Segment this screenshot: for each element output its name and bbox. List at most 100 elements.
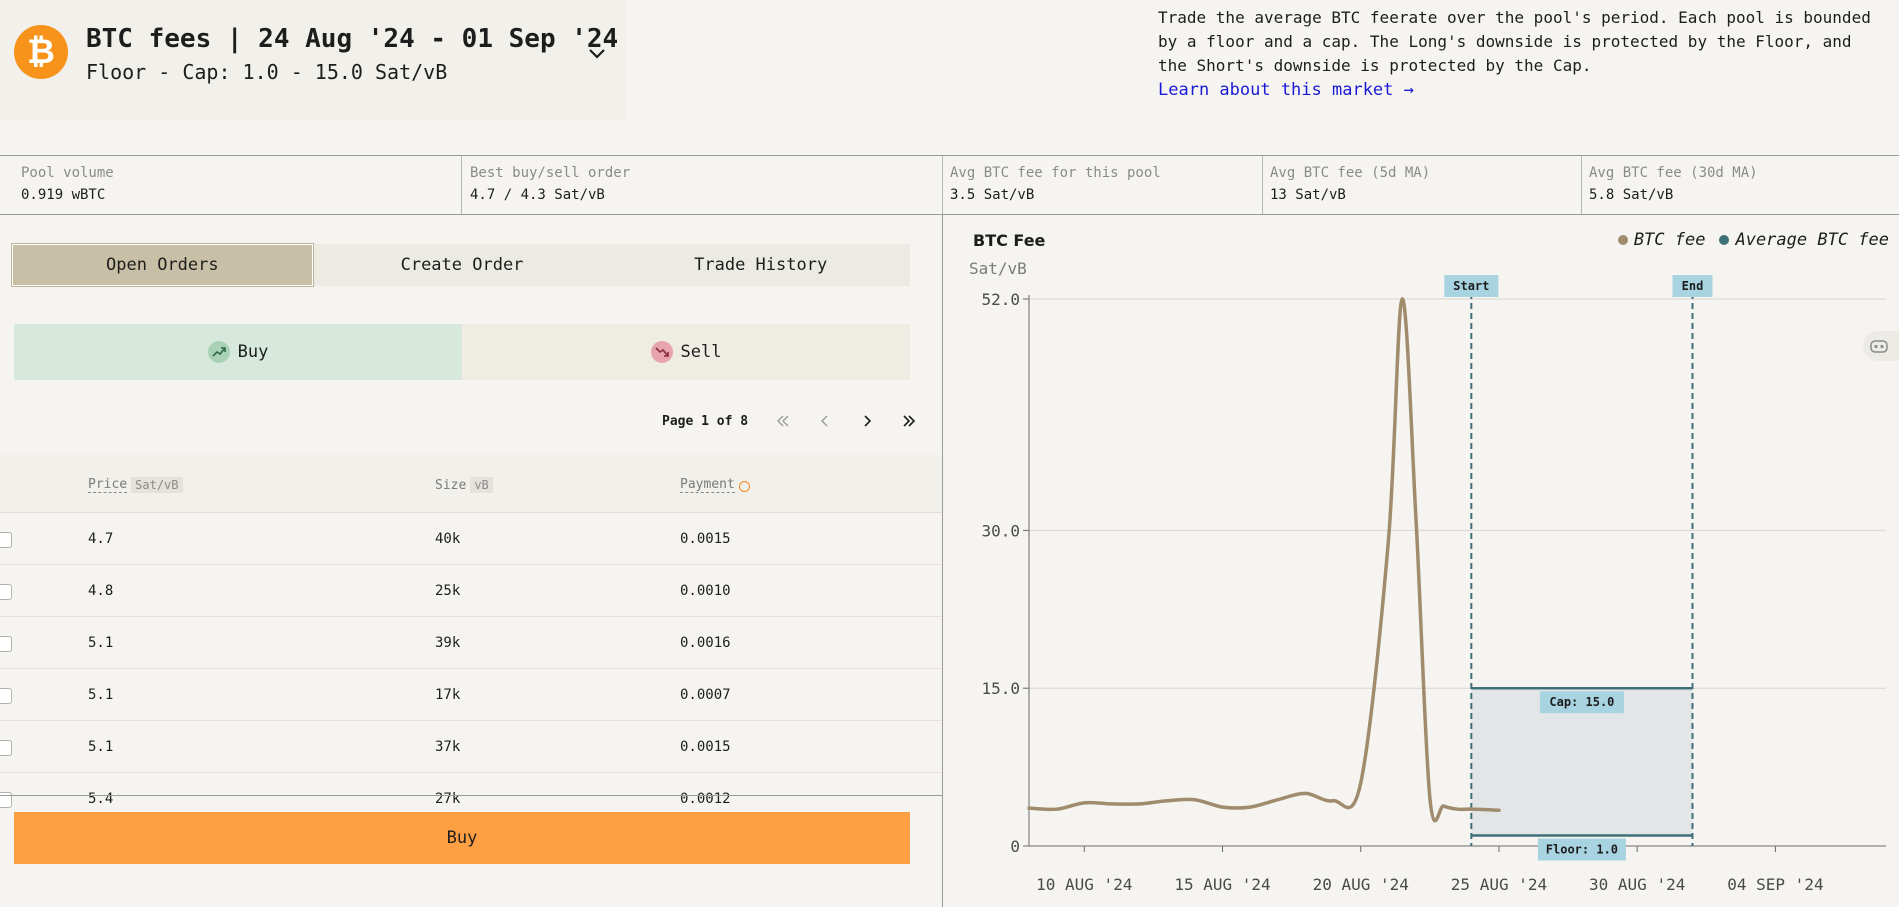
- tab-open-orders[interactable]: Open Orders: [11, 243, 314, 287]
- series-line-btc-fee: [1027, 297, 1501, 823]
- payment-cell: 0.0015: [680, 739, 731, 755]
- end-label: End: [1682, 279, 1704, 293]
- market-subtitle: Floor - Cap: 1.0 - 15.0 Sat/vB: [86, 60, 448, 84]
- trending-up-icon: [207, 341, 230, 363]
- payment-cell: 0.0007: [680, 687, 731, 703]
- stat-value: 5.8 Sat/vB: [1589, 187, 1674, 203]
- size-cell: 40k: [435, 531, 461, 547]
- size-column-header[interactable]: Size vB: [435, 477, 493, 493]
- y-tick-label: 0: [1010, 837, 1020, 856]
- side-toggle: Buy Sell: [14, 324, 910, 380]
- buy-side-button[interactable]: Buy: [14, 324, 462, 380]
- size-header-label: Size: [435, 477, 467, 493]
- x-tick-label: 10 AUG '24: [1036, 875, 1132, 894]
- side-panel-handle[interactable]: [1863, 331, 1899, 361]
- buy-side-label: Buy: [237, 342, 269, 362]
- info-icon[interactable]: [738, 480, 750, 492]
- x-tick-label: 20 AUG '24: [1313, 875, 1409, 894]
- y-tick-label: 30.0: [981, 521, 1020, 540]
- legend-swatch: [1719, 235, 1730, 245]
- table-row[interactable]: 5.1 39k 0.0016: [0, 617, 942, 669]
- bitcoin-logo-icon: ₿: [14, 25, 68, 79]
- tab-create-order[interactable]: Create Order: [313, 244, 612, 286]
- stat-label: Best buy/sell order: [470, 165, 631, 181]
- page-indicator: Page 1 of 8: [662, 413, 749, 429]
- price-cell: 4.7: [88, 531, 114, 547]
- row-checkbox[interactable]: [0, 584, 12, 600]
- orders-table-header: Price Sat/vB Size vB Payment: [0, 455, 942, 513]
- previous-page-icon[interactable]: [804, 405, 846, 437]
- table-row[interactable]: 5.1 37k 0.0015: [0, 721, 942, 773]
- payment-header-label: Payment: [680, 477, 735, 493]
- table-row[interactable]: 4.7 40k 0.0015: [0, 513, 942, 565]
- first-page-icon[interactable]: [762, 405, 804, 437]
- size-cell: 27k: [435, 791, 461, 807]
- price-cell: 5.1: [88, 687, 114, 703]
- stat-label: Avg BTC fee (5d MA): [1270, 165, 1431, 181]
- payment-column-header[interactable]: Payment: [680, 477, 750, 493]
- last-page-icon[interactable]: [888, 405, 930, 437]
- stat-best-order: Best buy/sell order 4.7 / 4.3 Sat/vB: [462, 156, 943, 214]
- market-description: Trade the average BTC feerate over the p…: [1158, 8, 1871, 75]
- x-tick-label: 25 AUG '24: [1451, 875, 1547, 894]
- divider: [0, 795, 942, 796]
- market-title: BTC fees | 24 Aug '24 - 01 Sep '24: [86, 24, 619, 54]
- row-checkbox[interactable]: [0, 636, 12, 652]
- x-tick-label: 15 AUG '24: [1174, 875, 1270, 894]
- cap-label: Cap: 15.0: [1549, 695, 1614, 709]
- chart-canvas: 0 15.0 30.0 52.0 10 AUG '24 15 AUG '24 20 AUG …: [981, 275, 1886, 894]
- size-cell: 17k: [435, 687, 461, 703]
- chart-y-unit: Sat/vB: [969, 259, 1027, 278]
- chart-legend: BTC fee Average BTC fee: [1617, 230, 1889, 250]
- price-unit-chip: Sat/vB: [131, 477, 183, 493]
- stat-avg-fee-30d: Avg BTC fee (30d MA) 5.8 Sat/vB: [1582, 156, 1899, 214]
- sell-side-label: Sell: [680, 342, 722, 362]
- price-cell: 5.1: [88, 635, 114, 651]
- legend-label: BTC fee: [1633, 230, 1706, 250]
- x-tick-label: 04 SEP '24: [1727, 875, 1823, 894]
- row-checkbox[interactable]: [0, 532, 12, 548]
- orders-tabs: Open Orders Create Order Trade History: [11, 243, 910, 287]
- next-page-icon[interactable]: [846, 405, 888, 437]
- table-row[interactable]: 5.1 17k 0.0007: [0, 669, 942, 721]
- stat-value: 0.919 wBTC: [21, 187, 106, 203]
- price-header-label: Price: [88, 477, 128, 493]
- orders-panel: Open Orders Create Order Trade History B…: [0, 215, 942, 907]
- row-checkbox[interactable]: [0, 688, 12, 704]
- y-tick-label: 15.0: [981, 679, 1020, 698]
- row-checkbox[interactable]: [0, 740, 12, 756]
- stat-pool-volume: Pool volume 0.919 wBTC: [0, 156, 462, 214]
- legend-item-btc-fee[interactable]: BTC fee: [1617, 230, 1706, 250]
- payment-cell: 0.0016: [680, 635, 731, 651]
- stat-label: Avg BTC fee for this pool: [950, 165, 1161, 181]
- market-selector[interactable]: ₿ BTC fees | 24 Aug '24 - 01 Sep '24 Flo…: [0, 0, 625, 120]
- tab-trade-history[interactable]: Trade History: [611, 244, 910, 286]
- price-cell: 4.8: [88, 583, 114, 599]
- start-label: Start: [1453, 279, 1489, 293]
- size-cell: 25k: [435, 583, 461, 599]
- floor-label: Floor: 1.0: [1546, 842, 1618, 856]
- stat-value: 3.5 Sat/vB: [950, 187, 1035, 203]
- stat-avg-fee-5d: Avg BTC fee (5d MA) 13 Sat/vB: [1263, 156, 1582, 214]
- stat-avg-fee-pool: Avg BTC fee for this pool 3.5 Sat/vB: [943, 156, 1263, 214]
- price-cell: 5.1: [88, 739, 114, 755]
- learn-about-market-link[interactable]: Learn about this market →: [1158, 80, 1414, 100]
- legend-item-average-btc-fee[interactable]: Average BTC fee: [1719, 230, 1889, 250]
- stats-bar: Pool volume 0.919 wBTC Best buy/sell ord…: [0, 155, 1899, 215]
- table-row[interactable]: 4.8 25k 0.0010: [0, 565, 942, 617]
- payment-cell: 0.0010: [680, 583, 731, 599]
- sell-side-button[interactable]: Sell: [462, 324, 910, 380]
- payment-cell: 0.0015: [680, 531, 731, 547]
- buy-submit-button[interactable]: Buy: [14, 812, 910, 864]
- payment-cell: 0.0012: [680, 791, 731, 807]
- size-cell: 37k: [435, 739, 461, 755]
- chevron-down-icon[interactable]: [586, 42, 608, 64]
- price-column-header[interactable]: Price Sat/vB: [88, 477, 183, 493]
- x-tick-label: 30 AUG '24: [1589, 875, 1685, 894]
- table-row[interactable]: 5.4 27k 0.0012: [0, 773, 942, 810]
- pagination: Page 1 of 8: [662, 395, 930, 447]
- btc-fee-chart: 0 15.0 30.0 52.0 10 AUG '24 15 AUG '24 20 AUG …: [943, 215, 1899, 907]
- stat-value: 13 Sat/vB: [1270, 187, 1346, 203]
- price-cell: 5.4: [88, 791, 114, 807]
- chart-title: BTC Fee: [973, 231, 1046, 250]
